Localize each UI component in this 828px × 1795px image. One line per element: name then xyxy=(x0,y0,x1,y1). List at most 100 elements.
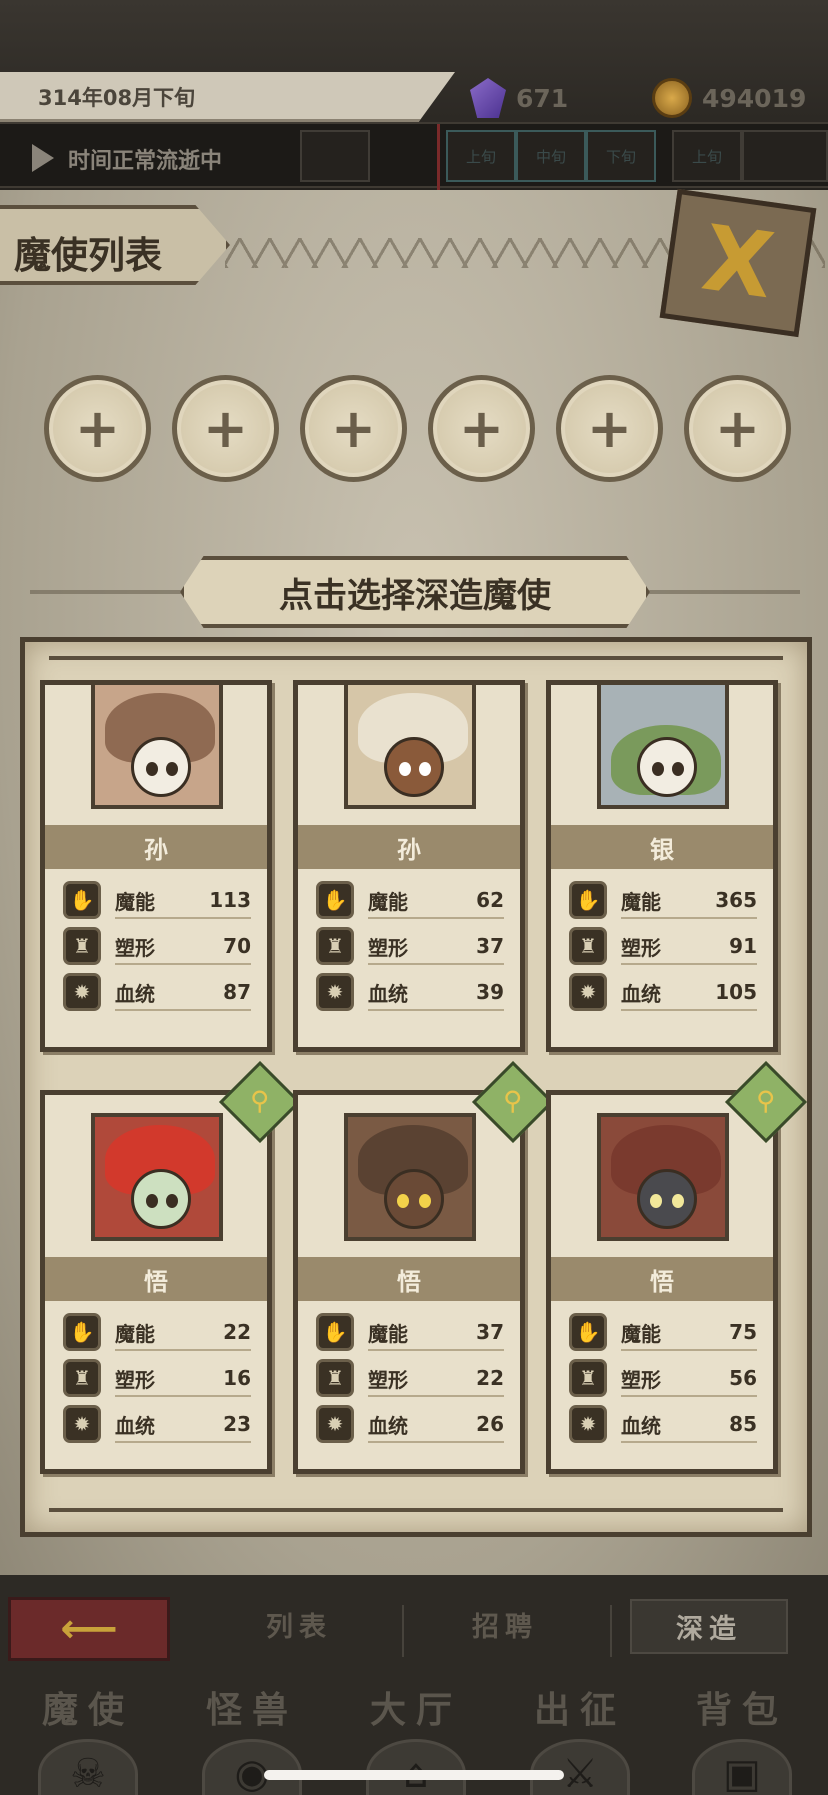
time-segment: 上旬 xyxy=(672,130,742,182)
blood-icon: ✹ xyxy=(63,1405,101,1443)
select-prompt: 点击选择深造魔使 xyxy=(279,575,551,616)
rank-label: 悟 xyxy=(144,1267,168,1296)
blood-value: 87 xyxy=(223,980,251,1004)
blood-icon: ✹ xyxy=(569,973,607,1011)
banner-line-left xyxy=(30,590,190,594)
empty-slot[interactable]: + xyxy=(172,375,279,482)
rank-label: 悟 xyxy=(397,1267,421,1296)
gem-counter[interactable]: 671 xyxy=(470,78,568,118)
main-tab-bag[interactable]: 背包 ▣ xyxy=(672,1681,812,1795)
blood-value: 23 xyxy=(223,1412,251,1436)
plus-icon: + xyxy=(714,396,761,460)
envoy-card[interactable]: 孙 ✋ 魔能 113 ♜ 塑形 70 ✹ 血统 87 xyxy=(40,680,272,1052)
shape-value: 16 xyxy=(223,1366,251,1390)
claw-icon: ✋ xyxy=(569,881,607,919)
stat-row: ✹ 血统 85 xyxy=(569,1401,757,1447)
body-icon: ♜ xyxy=(569,1359,607,1397)
body-icon: ♜ xyxy=(63,1359,101,1397)
rank-label: 孙 xyxy=(397,835,421,864)
main-tab-envoy[interactable]: 魔使 ☠ xyxy=(18,1681,158,1795)
empty-slot[interactable]: + xyxy=(300,375,407,482)
stat-list: ✋ 魔能 75 ♜ 塑形 56 ✹ 血统 85 xyxy=(569,1309,757,1447)
mana-value: 113 xyxy=(209,888,251,912)
time-segment: 下旬 xyxy=(586,130,656,182)
empty-slot[interactable]: + xyxy=(556,375,663,482)
mana-value: 75 xyxy=(729,1320,757,1344)
time-bar[interactable]: 时间正常流逝中 上旬 中旬 下旬 上旬 xyxy=(0,122,828,190)
hall-icon: ⌂ xyxy=(366,1739,466,1795)
mana-value: 37 xyxy=(476,1320,504,1344)
rank-bar: 孙 xyxy=(298,825,520,869)
empty-slot[interactable]: + xyxy=(684,375,791,482)
select-prompt-banner: 点击选择深造魔使 xyxy=(180,556,650,628)
back-button[interactable]: ⟵ xyxy=(8,1597,170,1661)
coin-counter[interactable]: 494019 xyxy=(652,78,806,118)
current-time-marker xyxy=(410,124,440,190)
rank-bar: 悟 xyxy=(551,1257,773,1301)
tab-advance[interactable]: 深造 xyxy=(630,1599,788,1654)
stat-row: ✹ 血统 39 xyxy=(316,969,504,1015)
blood-value: 105 xyxy=(715,980,757,1004)
gem-count: 671 xyxy=(516,83,569,113)
claw-icon: ✋ xyxy=(63,881,101,919)
shape-value: 56 xyxy=(729,1366,757,1390)
envoy-card[interactable]: 孙 ✋ 魔能 62 ♜ 塑形 37 ✹ 血统 39 xyxy=(293,680,525,1052)
body-icon: ♜ xyxy=(569,927,607,965)
stat-list: ✋ 魔能 37 ♜ 塑形 22 ✹ 血统 26 xyxy=(316,1309,504,1447)
plus-icon: + xyxy=(74,396,121,460)
envoy-portrait xyxy=(344,681,476,809)
envoy-card[interactable]: ⚲ 悟 ✋ 魔能 22 ♜ 塑形 16 ✹ 血统 23 xyxy=(40,1060,302,1474)
tab-list[interactable]: 列表 xyxy=(266,1605,332,1644)
rank-label: 悟 xyxy=(650,1267,674,1296)
home-indicator[interactable] xyxy=(264,1770,564,1780)
stat-row: ✹ 血统 26 xyxy=(316,1401,504,1447)
rank-bar: 银 xyxy=(551,825,773,869)
plus-icon: + xyxy=(202,396,249,460)
close-button[interactable]: X xyxy=(659,188,817,338)
skull-icon: ☠ xyxy=(38,1739,138,1795)
shape-value: 91 xyxy=(729,934,757,958)
claw-icon: ✋ xyxy=(316,1313,354,1351)
time-segment xyxy=(300,130,370,182)
time-segment: 上旬 xyxy=(446,130,516,182)
envoy-card[interactable]: 银 ✋ 魔能 365 ♜ 塑形 91 ✹ 血统 105 xyxy=(546,680,778,1052)
stat-row: ♜ 塑形 91 xyxy=(569,923,757,969)
date-plate: 314年08月下旬 xyxy=(0,72,455,122)
stat-row: ✋ 魔能 22 xyxy=(63,1309,251,1355)
blood-icon: ✹ xyxy=(316,973,354,1011)
banner-line-right xyxy=(640,590,800,594)
stat-list: ✋ 魔能 365 ♜ 塑形 91 ✹ 血统 105 xyxy=(569,877,757,1015)
envoy-portrait xyxy=(344,1113,476,1241)
mana-value: 22 xyxy=(223,1320,251,1344)
play-icon[interactable] xyxy=(32,144,54,172)
panel-title: 魔使列表 xyxy=(14,234,162,277)
stat-row: ♜ 塑形 56 xyxy=(569,1355,757,1401)
scroll-rod-top xyxy=(49,656,783,660)
coin-count: 494019 xyxy=(702,83,807,113)
coin-icon xyxy=(652,78,692,118)
shape-value: 70 xyxy=(223,934,251,958)
stat-row: ✋ 魔能 75 xyxy=(569,1309,757,1355)
mana-value: 365 xyxy=(715,888,757,912)
backpack-icon: ▣ xyxy=(692,1739,792,1795)
bottom-nav: ⟵ 列表 招聘 深造 魔使☠ 怪兽◉ 大厅⌂ 出征⚔ 背包▣ xyxy=(0,1575,828,1795)
plus-icon: + xyxy=(330,396,377,460)
stat-row: ✋ 魔能 62 xyxy=(316,877,504,923)
envoy-card[interactable]: ⚲ 悟 ✋ 魔能 37 ♜ 塑形 22 ✹ 血统 26 xyxy=(293,1060,555,1474)
stat-row: ♜ 塑形 16 xyxy=(63,1355,251,1401)
envoy-portrait xyxy=(597,1113,729,1241)
tab-divider xyxy=(402,1605,404,1657)
tab-recruit[interactable]: 招聘 xyxy=(472,1605,538,1644)
monster-icon: ◉ xyxy=(202,1739,302,1795)
stat-row: ♜ 塑形 70 xyxy=(63,923,251,969)
envoy-card[interactable]: ⚲ 悟 ✋ 魔能 75 ♜ 塑形 56 ✹ 血统 85 xyxy=(546,1060,808,1474)
rank-bar: 悟 xyxy=(298,1257,520,1301)
empty-slot[interactable]: + xyxy=(44,375,151,482)
plus-icon: + xyxy=(458,396,505,460)
mana-value: 62 xyxy=(476,888,504,912)
empty-slot[interactable]: + xyxy=(428,375,535,482)
stat-row: ♜ 塑形 22 xyxy=(316,1355,504,1401)
rank-label: 银 xyxy=(650,835,674,864)
game-date: 314年08月下旬 xyxy=(38,86,196,110)
claw-icon: ✋ xyxy=(316,881,354,919)
